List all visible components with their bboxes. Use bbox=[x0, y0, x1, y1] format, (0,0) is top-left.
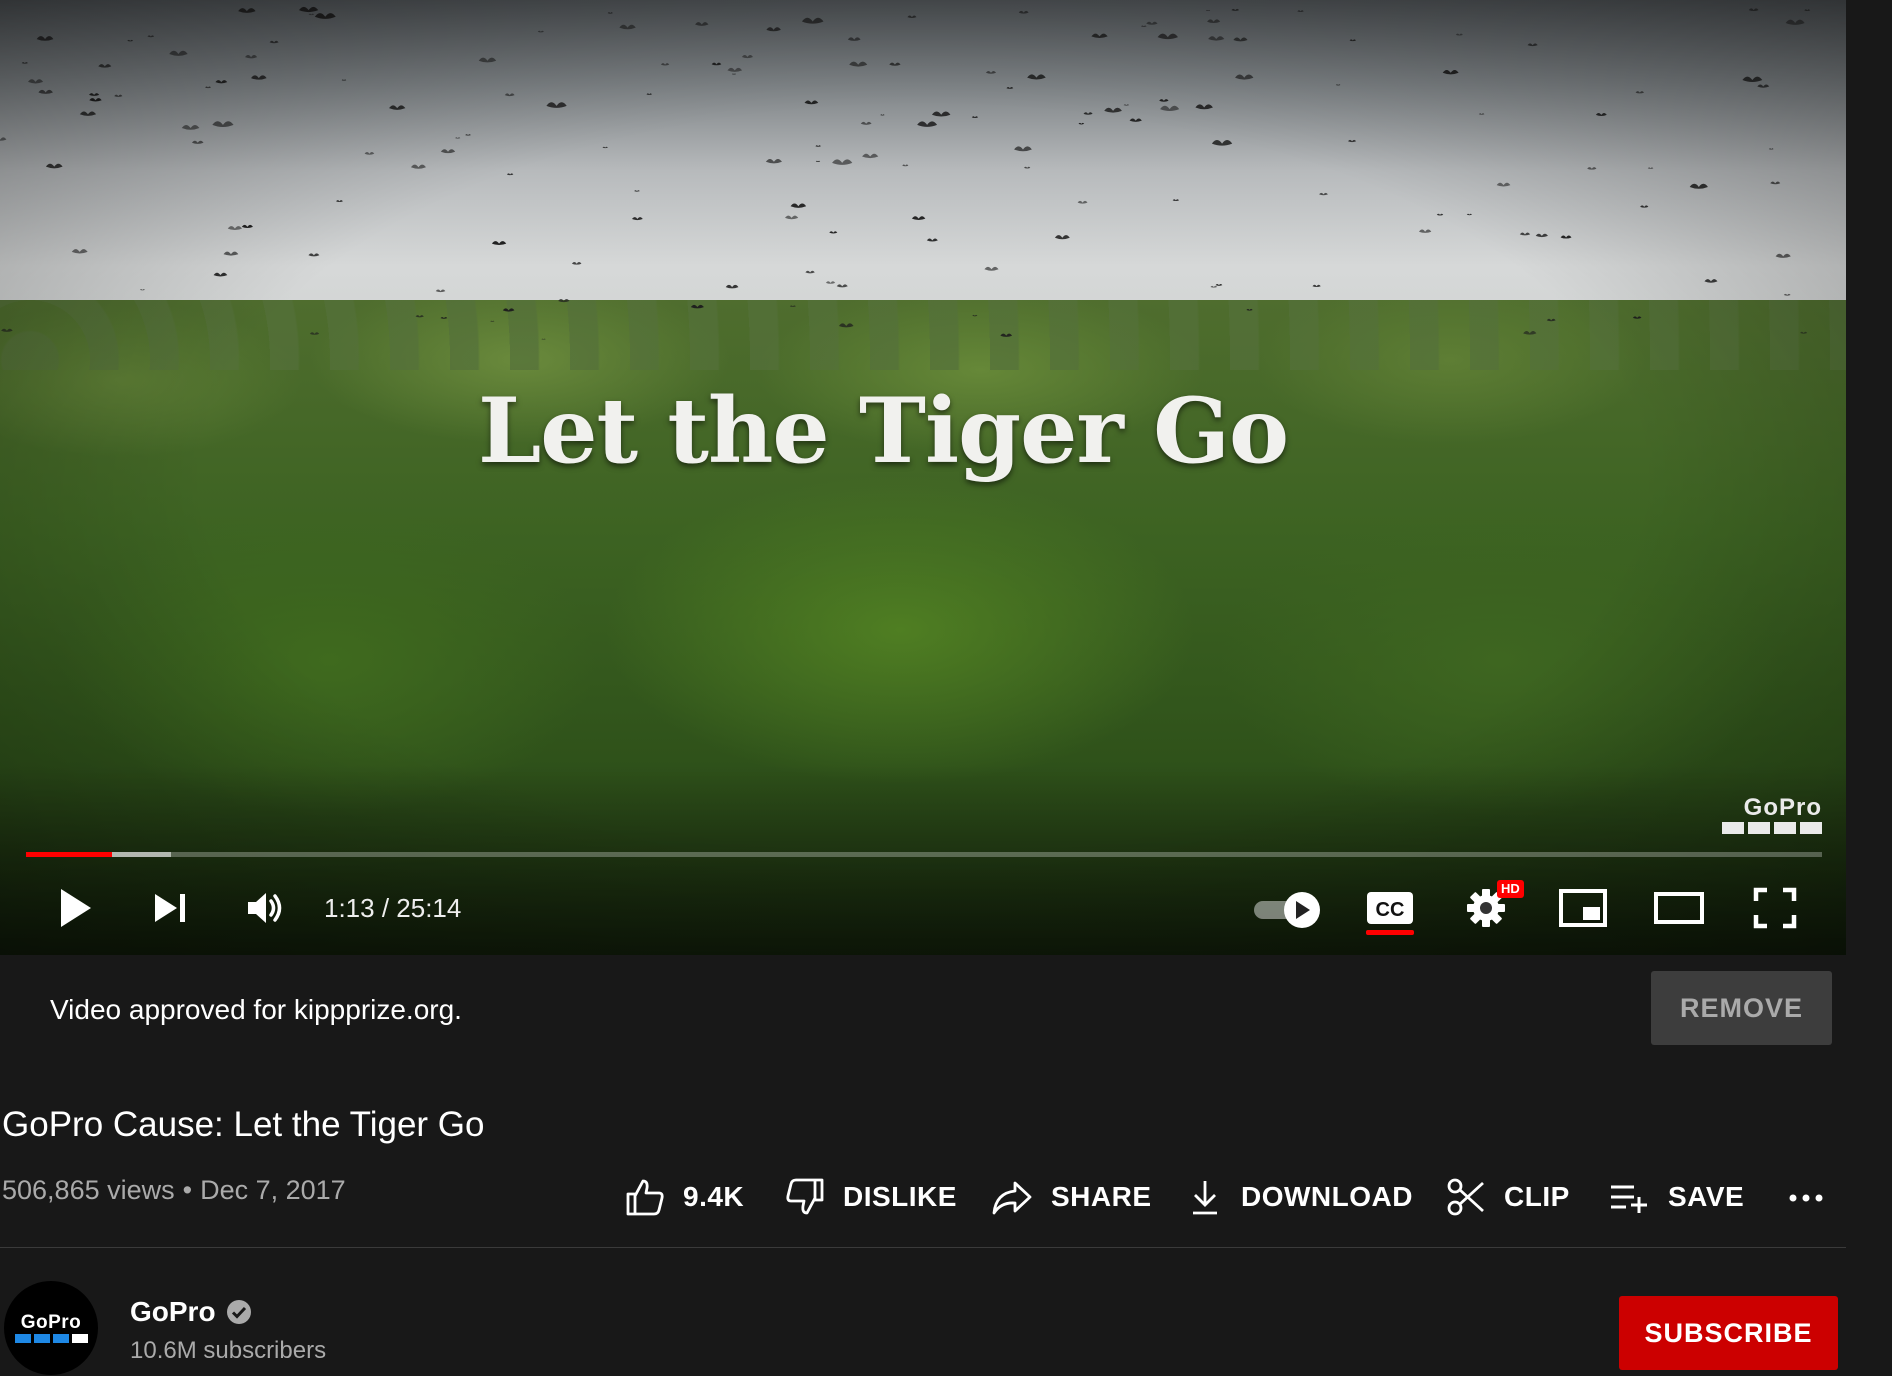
avatar-bar bbox=[71, 1333, 88, 1343]
avatar-bar bbox=[33, 1333, 50, 1343]
time-total: 25:14 bbox=[396, 893, 462, 923]
download-icon bbox=[1193, 1181, 1217, 1215]
autoplay-toggle[interactable] bbox=[1254, 892, 1322, 928]
time-display: 1:13 / 25:14 bbox=[324, 890, 461, 926]
subscribe-button[interactable]: SUBSCRIBE bbox=[1619, 1296, 1838, 1370]
thumbs-down-icon bbox=[786, 1178, 824, 1215]
dislike-label: DISLIKE bbox=[843, 1181, 957, 1212]
channel-name-row[interactable]: GoPro bbox=[130, 1294, 252, 1330]
miniplayer-icon bbox=[1559, 889, 1607, 927]
download-label: DOWNLOAD bbox=[1241, 1181, 1413, 1212]
dislike-button[interactable]: DISLIKE bbox=[785, 1175, 957, 1219]
channel-name[interactable]: GoPro bbox=[130, 1294, 216, 1330]
time-current: 1:13 bbox=[324, 893, 375, 923]
info-divider bbox=[0, 1247, 1846, 1248]
captions-active-indicator bbox=[1366, 930, 1414, 935]
next-icon bbox=[155, 894, 185, 922]
video-meta: 506,865 views • Dec 7, 2017 bbox=[2, 1172, 346, 1208]
video-player[interactable]: Let the Tiger Go GoPro 1:13 / 25:14 CC H… bbox=[0, 0, 1846, 955]
save-button[interactable]: SAVE bbox=[1608, 1175, 1744, 1219]
play-button[interactable] bbox=[50, 880, 100, 936]
autoplay-play-icon bbox=[1296, 901, 1310, 919]
miniplayer-button[interactable] bbox=[1556, 880, 1610, 936]
share-icon bbox=[992, 1181, 1032, 1215]
youtube-watch-page: Let the Tiger Go GoPro 1:13 / 25:14 CC H… bbox=[0, 0, 1892, 1376]
avatar-logo-bars bbox=[14, 1333, 88, 1343]
svg-text:CC: CC bbox=[1376, 899, 1405, 921]
approval-notice: Video approved for kippprize.org. bbox=[50, 994, 462, 1025]
time-separator: / bbox=[374, 893, 397, 923]
fullscreen-icon bbox=[1753, 887, 1797, 929]
progress-bar[interactable] bbox=[26, 852, 1822, 857]
video-overlay-title: Let the Tiger Go bbox=[477, 378, 1289, 484]
upload-date: Dec 7, 2017 bbox=[200, 1175, 346, 1205]
autoplay-knob bbox=[1284, 892, 1320, 928]
clip-button[interactable]: CLIP bbox=[1446, 1175, 1570, 1219]
more-actions-button[interactable] bbox=[1786, 1180, 1826, 1216]
remove-button[interactable]: REMOVE bbox=[1651, 971, 1832, 1045]
add-to-playlist-icon bbox=[1611, 1185, 1647, 1213]
like-button[interactable]: 9.4K bbox=[625, 1175, 744, 1219]
meta-separator: • bbox=[182, 1175, 193, 1205]
scissors-icon bbox=[1447, 1178, 1484, 1216]
more-horizontal-icon bbox=[1789, 1194, 1823, 1202]
volume-icon bbox=[248, 893, 282, 923]
volume-button[interactable] bbox=[240, 880, 290, 936]
cc-icon: CC bbox=[1367, 892, 1413, 924]
download-button[interactable]: DOWNLOAD bbox=[1187, 1175, 1413, 1219]
play-icon bbox=[61, 889, 91, 927]
theater-icon bbox=[1654, 892, 1704, 924]
video-title: GoPro Cause: Let the Tiger Go bbox=[2, 1105, 485, 1144]
captions-button[interactable]: CC bbox=[1364, 880, 1416, 936]
progress-played bbox=[26, 852, 113, 857]
like-count: 9.4K bbox=[683, 1181, 745, 1212]
watermark-text: GoPro bbox=[1743, 794, 1822, 821]
thumbs-up-icon bbox=[626, 1179, 664, 1216]
verified-check-icon bbox=[226, 1300, 251, 1324]
fullscreen-button[interactable] bbox=[1748, 880, 1802, 936]
channel-avatar[interactable]: GoPro bbox=[4, 1281, 98, 1375]
share-button[interactable]: SHARE bbox=[991, 1175, 1152, 1219]
next-button[interactable] bbox=[148, 880, 194, 936]
save-label: SAVE bbox=[1668, 1181, 1745, 1212]
avatar-text: GoPro bbox=[20, 1311, 82, 1333]
share-label: SHARE bbox=[1051, 1181, 1152, 1212]
hd-badge: HD bbox=[1497, 880, 1524, 898]
gopro-watermark-logo: GoPro bbox=[1712, 794, 1822, 834]
avatar-bar bbox=[14, 1333, 31, 1343]
subscriber-count: 10.6M subscribers bbox=[130, 1337, 327, 1364]
theater-mode-button[interactable] bbox=[1652, 880, 1706, 936]
avatar-bar bbox=[52, 1333, 69, 1343]
view-count: 506,865 views bbox=[2, 1175, 175, 1205]
clip-label: CLIP bbox=[1504, 1181, 1570, 1212]
